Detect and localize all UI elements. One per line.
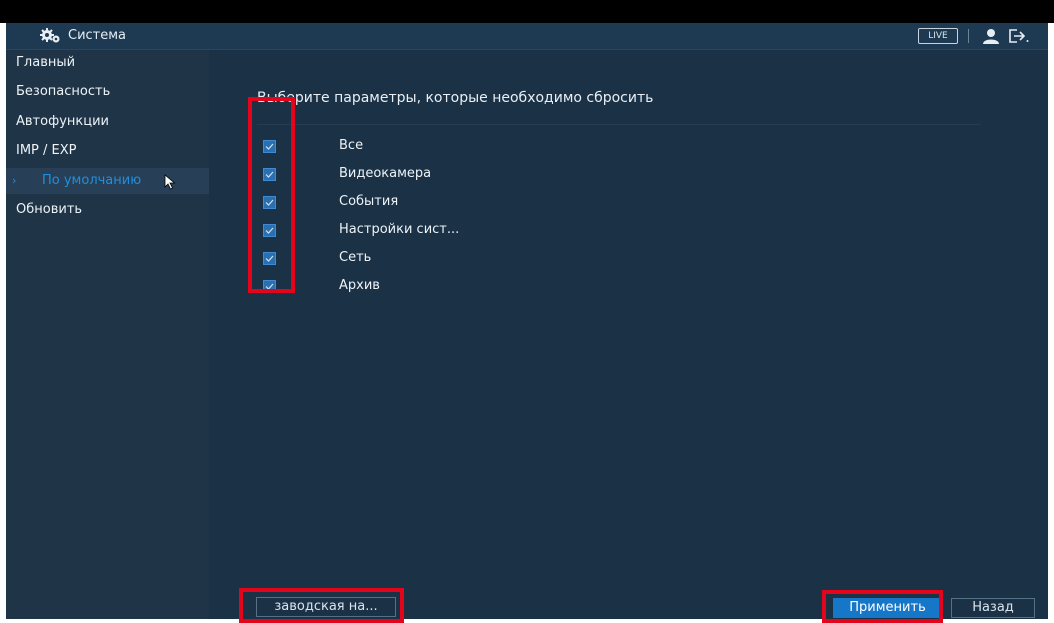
window-title: Система <box>68 28 127 43</box>
sidebar: Главный Безопасность Автофункции IMP / E… <box>6 50 209 619</box>
sidebar-item-import-export[interactable]: IMP / EXP <box>6 138 209 164</box>
screen-top-bar <box>0 0 1054 23</box>
option-all[interactable]: Все <box>263 137 763 157</box>
user-icon[interactable] <box>982 28 1000 44</box>
sidebar-item-security[interactable]: Безопасность <box>6 79 209 105</box>
factory-button-highlight <box>239 588 404 623</box>
back-button[interactable]: Назад <box>951 598 1035 618</box>
option-label: Архив <box>339 278 380 293</box>
sidebar-item-autofunctions[interactable]: Автофункции <box>6 109 209 135</box>
app-window: Система LIVE Главный Безопасность Автофу… <box>6 23 1048 619</box>
sidebar-item-update[interactable]: Обновить <box>6 197 209 223</box>
sidebar-item-label: Главный <box>16 55 76 70</box>
checkbox-column-highlight <box>248 97 295 293</box>
title-bar: Система LIVE <box>6 23 1048 50</box>
option-system-settings[interactable]: Настройки сист... <box>263 221 763 241</box>
chevron-right-icon: › <box>12 174 17 187</box>
option-label: События <box>339 194 399 209</box>
option-archive[interactable]: Архив <box>263 277 763 297</box>
sidebar-item-label: IMP / EXP <box>16 143 77 158</box>
option-events[interactable]: События <box>263 193 763 213</box>
gears-icon <box>40 28 62 44</box>
option-camera[interactable]: Видеокамера <box>263 165 763 185</box>
mouse-cursor-icon <box>164 174 176 190</box>
live-button[interactable]: LIVE <box>918 28 958 44</box>
option-label: Видеокамера <box>339 166 432 181</box>
sidebar-item-label: Безопасность <box>16 84 111 99</box>
sidebar-item-main[interactable]: Главный <box>6 50 209 76</box>
title-divider <box>968 29 969 43</box>
option-label: Все <box>339 138 364 153</box>
apply-button-highlight <box>822 590 943 623</box>
sidebar-item-default[interactable]: › По умолчанию <box>6 168 209 194</box>
logout-icon[interactable] <box>1008 28 1030 44</box>
option-label: Сеть <box>339 250 372 265</box>
option-label: Настройки сист... <box>339 222 460 237</box>
option-network[interactable]: Сеть <box>263 249 763 269</box>
sidebar-item-label: Обновить <box>16 202 83 217</box>
main-panel: Выберите параметры, которые необходимо с… <box>209 50 1048 619</box>
sidebar-item-label: По умолчанию <box>42 173 142 188</box>
sidebar-item-label: Автофункции <box>16 114 109 129</box>
heading-divider <box>257 124 981 125</box>
page-heading: Выберите параметры, которые необходимо с… <box>257 90 654 106</box>
